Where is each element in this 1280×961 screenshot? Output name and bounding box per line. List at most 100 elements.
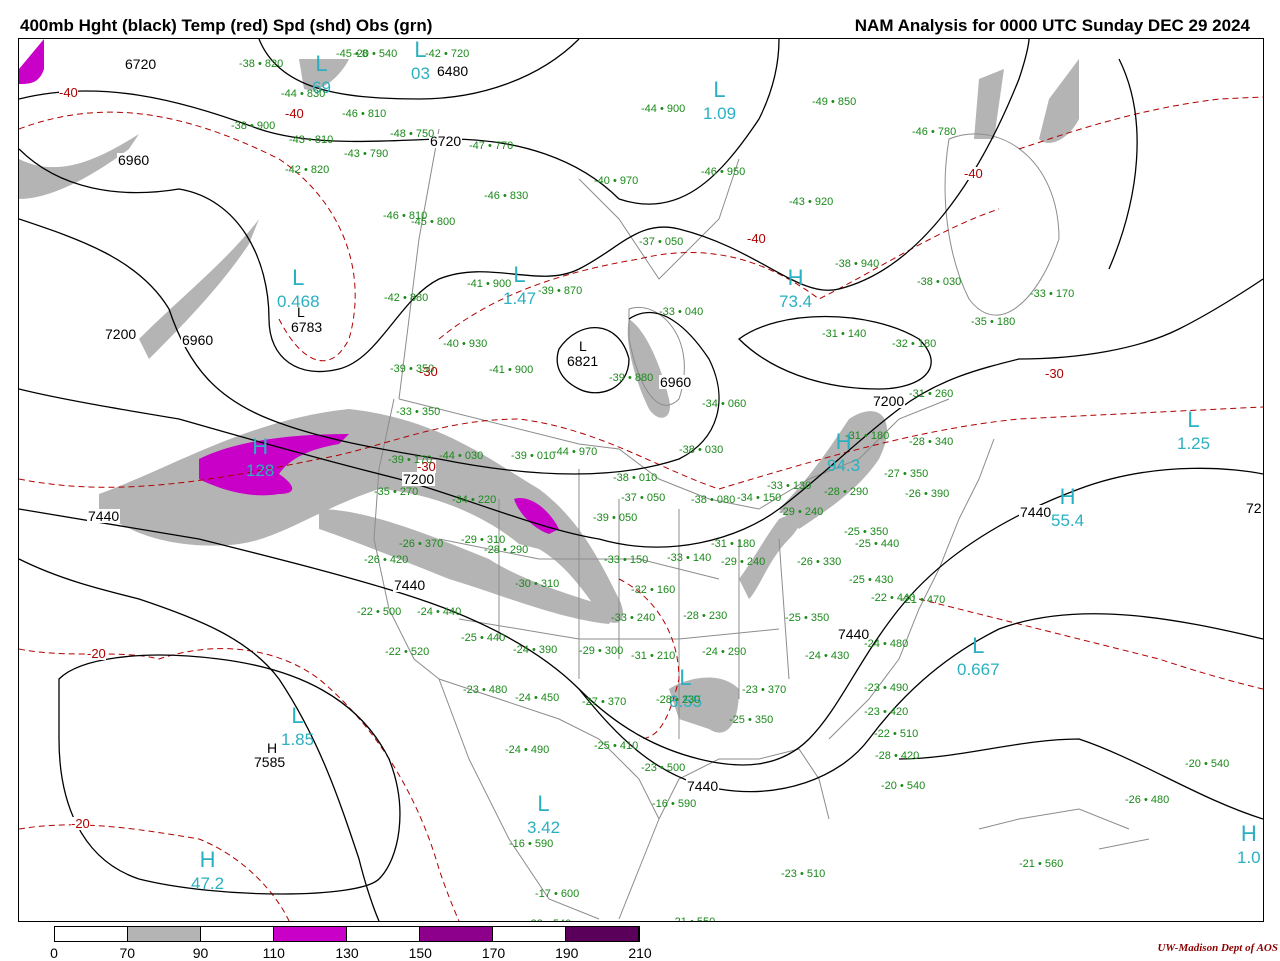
station-temp: -44 <box>439 450 458 462</box>
station-obs: -24 • 290 <box>702 647 746 658</box>
station-height: • 030 <box>457 450 484 462</box>
station-height: • 820 <box>303 164 330 176</box>
station-height: • 800 <box>429 216 456 228</box>
station-obs: -37 • 050 <box>621 493 665 504</box>
station-obs: -28 • 340 <box>909 437 953 448</box>
station-height: • 300 <box>597 645 624 657</box>
station-obs: -39 • 010 <box>511 451 555 462</box>
station-height: • 770 <box>487 140 514 152</box>
station-obs: -42 • 720 <box>425 49 469 60</box>
pressure-center: H 1.0 <box>1237 821 1261 867</box>
temperature-label: -40 <box>964 166 983 181</box>
height-center-letter: H <box>267 740 278 756</box>
station-temp: -31 <box>711 538 730 550</box>
station-temp: -23 <box>527 918 546 922</box>
station-height: • 370 <box>600 696 627 708</box>
station-temp: -27 <box>582 696 601 708</box>
height-label: 7440 <box>87 508 121 524</box>
station-temp: -25 <box>855 538 874 550</box>
station-temp: -32 <box>631 584 650 596</box>
station-temp: -26 <box>797 556 816 568</box>
legend-tick-label: 150 <box>408 945 432 961</box>
station-temp: -38 <box>691 494 710 506</box>
station-height: • 350 <box>902 468 929 480</box>
station-temp: -33 <box>667 552 686 564</box>
station-height: • 440 <box>435 606 462 618</box>
station-obs: -24 • 390 <box>513 645 557 656</box>
station-obs: -38 • 820 <box>239 59 283 70</box>
station-height: • 540 <box>899 780 926 792</box>
station-temp: -38 <box>239 58 258 70</box>
station-height: • 330 <box>815 556 842 568</box>
credit-label: UW-Madison Dept of AOS <box>1157 942 1278 954</box>
jet-hudson <box>627 319 670 418</box>
station-obs: -21 • 550 <box>671 917 715 922</box>
station-temp: -29 <box>721 556 740 568</box>
station-height: • 350 <box>803 612 830 624</box>
height-label: 7200 <box>872 393 906 409</box>
station-temp: -46 <box>701 166 720 178</box>
analysis-time: NAM Analysis for 0000 UTC Sunday DEC 29 … <box>854 16 1250 35</box>
station-temp: -20 <box>881 780 900 792</box>
station-obs: -23 • 510 <box>781 869 825 880</box>
legend-swatch <box>493 927 566 941</box>
station-temp: -47 <box>469 140 488 152</box>
station-temp: -25 <box>849 574 868 586</box>
station-obs: -33 • 130 <box>767 481 811 492</box>
station-height: • 880 <box>402 292 429 304</box>
station-temp: -33 <box>396 406 415 418</box>
station-temp: -38 <box>231 120 250 132</box>
station-temp: -46 <box>484 190 503 202</box>
station-height: • 480 <box>882 638 909 650</box>
station-height: • 370 <box>417 538 444 550</box>
station-obs: -46 • 780 <box>912 127 956 138</box>
station-temp: -33 <box>659 306 678 318</box>
jetmax-corner <box>19 39 44 84</box>
station-height: • 290 <box>720 646 747 658</box>
station-obs: -25 • 350 <box>729 715 773 726</box>
station-obs: -23 • 500 <box>641 763 685 774</box>
station-obs: -40 • 930 <box>443 339 487 350</box>
pressure-center: H 47.2 <box>191 847 225 893</box>
station-height: • 510 <box>799 868 826 880</box>
station-temp: -35 <box>971 316 990 328</box>
station-obs: -23 • 490 <box>864 683 908 694</box>
station-height: • 340 <box>927 436 954 448</box>
station-temp: -23 <box>463 684 482 696</box>
station-obs: -38 • 080 <box>691 495 735 506</box>
station-height: • 080 <box>709 494 736 506</box>
station-height: • 820 <box>257 58 284 70</box>
station-temp: -20 <box>1185 758 1204 770</box>
station-height: • 480 <box>481 684 508 696</box>
station-temp: -34 <box>702 398 721 410</box>
pressure-center: L 1.85 <box>281 703 315 749</box>
station-height: • 350 <box>747 714 774 726</box>
station-temp: -46 <box>342 108 361 120</box>
station-temp: -28 <box>909 436 928 448</box>
station-temp: -31 <box>909 388 928 400</box>
station-temp: -22 <box>874 728 893 740</box>
height-center-letter: L <box>297 304 305 320</box>
station-temp: -26 <box>905 488 924 500</box>
station-obs: -31 • 210 <box>631 651 675 662</box>
station-height: • 290 <box>502 544 529 556</box>
station-temp: -33 <box>1030 288 1049 300</box>
station-height: • 060 <box>720 398 747 410</box>
station-obs: -39 • 880 <box>609 373 653 384</box>
station-temp: -25 <box>785 612 804 624</box>
station-temp: -44 <box>553 446 572 458</box>
station-temp: -23 <box>742 684 761 696</box>
station-temp: -41 <box>489 364 508 376</box>
station-temp: -39 <box>390 363 409 375</box>
station-height: • 310 <box>533 578 560 590</box>
station-height: • 500 <box>659 762 686 774</box>
station-temp: -23 <box>641 762 660 774</box>
station-height: • 440 <box>873 538 900 550</box>
station-obs: -20 • 540 <box>353 49 397 60</box>
station-height: • 750 <box>408 128 435 140</box>
station-temp: -40 <box>443 338 462 350</box>
station-height: • 030 <box>935 276 962 288</box>
station-height: • 150 <box>755 492 782 504</box>
station-obs: -46 • 830 <box>484 191 528 202</box>
station-obs: -38 • 940 <box>835 259 879 270</box>
